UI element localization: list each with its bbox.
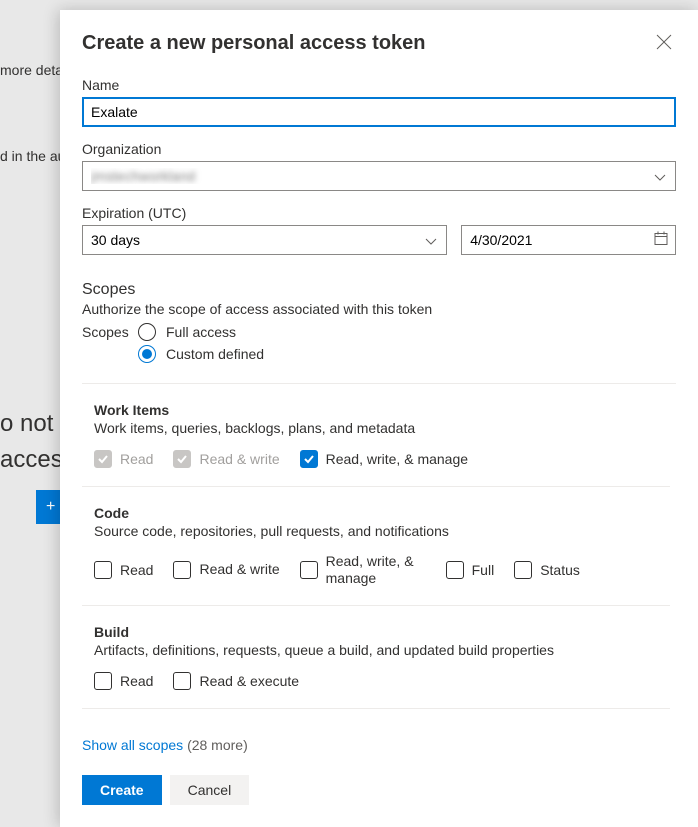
checkbox-label: Read & write xyxy=(199,561,279,578)
expiration-label: Expiration (UTC) xyxy=(82,205,676,221)
code-full-checkbox[interactable]: Full xyxy=(446,561,495,579)
checkbox-label: Read, write, & manage xyxy=(326,553,426,587)
work-items-read-write-checkbox: Read & write xyxy=(173,450,279,468)
create-token-panel: Create a new personal access token Name … xyxy=(60,10,698,827)
build-read-execute-checkbox[interactable]: Read & execute xyxy=(173,672,299,690)
scope-title: Work Items xyxy=(94,402,658,418)
checkbox-icon xyxy=(94,450,112,468)
checkbox-icon xyxy=(94,561,112,579)
scope-desc: Artifacts, definitions, requests, queue … xyxy=(94,642,658,658)
scope-list: Work Items Work items, queries, backlogs… xyxy=(82,383,676,717)
scope-desc: Work items, queries, backlogs, plans, an… xyxy=(94,420,658,436)
code-status-checkbox[interactable]: Status xyxy=(514,561,580,579)
expiration-date-picker[interactable] xyxy=(461,225,676,255)
panel-header: Create a new personal access token xyxy=(60,10,698,67)
custom-defined-label: Custom defined xyxy=(166,346,264,362)
panel-body: Name Organization Expiration (UTC) xyxy=(60,67,698,757)
build-read-checkbox[interactable]: Read xyxy=(94,672,153,690)
panel-title: Create a new personal access token xyxy=(82,32,426,55)
full-access-label: Full access xyxy=(166,324,236,340)
checkbox-icon xyxy=(446,561,464,579)
custom-defined-radio[interactable] xyxy=(138,345,156,363)
scope-desc: Source code, repositories, pull requests… xyxy=(94,523,658,539)
scope-options: Read Read & write Read, write, & manage xyxy=(94,450,658,468)
expiration-date-input[interactable] xyxy=(461,225,676,255)
scopes-heading: Scopes xyxy=(82,281,676,299)
scope-section-work-items: Work Items Work items, queries, backlogs… xyxy=(82,384,670,487)
organization-field-group: Organization xyxy=(82,141,676,191)
work-items-read-write-manage-checkbox[interactable]: Read, write, & manage xyxy=(300,450,468,468)
checkbox-label: Read & write xyxy=(199,451,279,467)
expiration-field-group: Expiration (UTC) xyxy=(82,205,676,255)
scopes-subheading: Authorize the scope of access associated… xyxy=(82,301,676,317)
show-all-scopes-link[interactable]: Show all scopes xyxy=(82,737,183,753)
work-items-read-checkbox: Read xyxy=(94,450,153,468)
show-all-scopes-count: (28 more) xyxy=(187,737,248,753)
show-all-scopes: Show all scopes (28 more) xyxy=(82,717,676,757)
scope-radio-custom-defined-row: Custom defined xyxy=(82,345,676,363)
create-button[interactable]: Create xyxy=(82,775,162,805)
checkbox-icon xyxy=(173,450,191,468)
scope-radio-full-access-row: Scopes Full access xyxy=(82,323,676,341)
scopes-row-label: Scopes xyxy=(82,324,128,340)
bg-text: d in the aut xyxy=(0,148,69,164)
scope-title: Code xyxy=(94,505,658,521)
scope-section-build: Build Artifacts, definitions, requests, … xyxy=(82,606,670,709)
checkbox-icon xyxy=(173,672,191,690)
code-read-write-checkbox[interactable]: Read & write xyxy=(173,561,279,579)
checkbox-icon xyxy=(173,561,191,579)
expiration-select[interactable] xyxy=(82,225,447,255)
name-label: Name xyxy=(82,77,676,93)
scope-title: Build xyxy=(94,624,658,640)
checkbox-label: Read, write, & manage xyxy=(326,451,468,467)
checkbox-label: Status xyxy=(540,562,580,578)
checkbox-icon xyxy=(300,450,318,468)
organization-label: Organization xyxy=(82,141,676,157)
cancel-button[interactable]: Cancel xyxy=(170,775,250,805)
full-access-radio[interactable] xyxy=(138,323,156,341)
expiration-input[interactable] xyxy=(82,225,447,255)
scope-options: Read Read & write Read, write, & manage … xyxy=(94,553,658,587)
checkbox-icon xyxy=(300,561,318,579)
close-button[interactable] xyxy=(652,30,676,57)
name-field-group: Name xyxy=(82,77,676,127)
checkbox-label: Read xyxy=(120,562,153,578)
scope-options: Read Read & execute xyxy=(94,672,658,690)
checkbox-icon xyxy=(514,561,532,579)
checkbox-label: Read & execute xyxy=(199,673,299,689)
code-read-checkbox[interactable]: Read xyxy=(94,561,153,579)
organization-select[interactable] xyxy=(82,161,676,191)
checkbox-label: Full xyxy=(472,562,495,578)
panel-footer: Create Cancel xyxy=(60,757,698,827)
checkbox-label: Read xyxy=(120,673,153,689)
scope-section-code: Code Source code, repositories, pull req… xyxy=(82,487,670,606)
bg-text: o not xyxy=(0,410,53,438)
name-input[interactable] xyxy=(82,97,676,127)
organization-input[interactable] xyxy=(82,161,676,191)
close-icon xyxy=(656,34,672,50)
checkbox-icon xyxy=(94,672,112,690)
checkbox-label: Read xyxy=(120,451,153,467)
code-read-write-manage-checkbox[interactable]: Read, write, & manage xyxy=(300,553,426,587)
